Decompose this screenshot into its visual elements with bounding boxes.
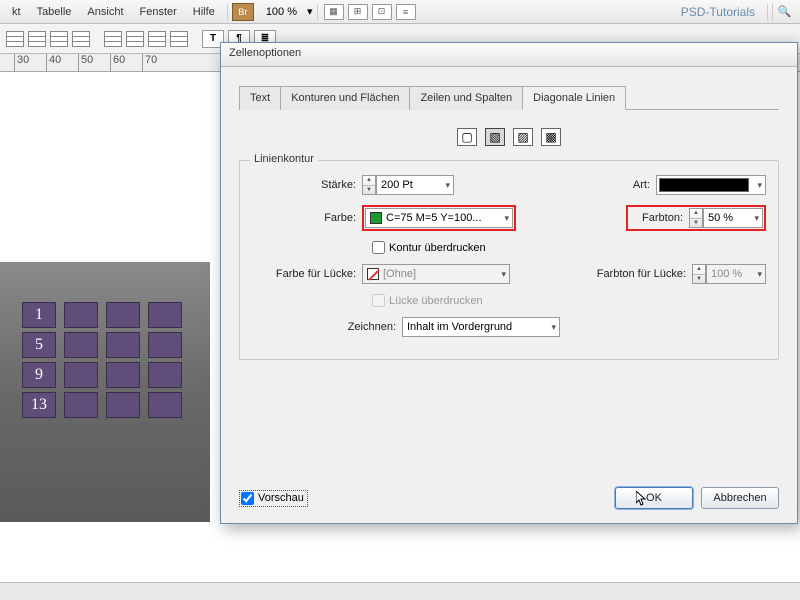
menu-bar: kt Tabelle Ansicht Fenster Hilfe Br 100 … (0, 0, 800, 24)
checkbox-icon[interactable] (241, 492, 254, 505)
ruler-tick: 30 (14, 54, 29, 72)
view-icon-3[interactable]: ⊡ (372, 4, 392, 20)
draw-label: Zeichnen: (252, 321, 402, 333)
menu-item-kt[interactable]: kt (4, 2, 29, 22)
tint-label: Farbton: (629, 212, 689, 224)
align-icon[interactable] (50, 31, 68, 47)
ruler-tick: 70 (142, 54, 157, 72)
table-cell[interactable] (106, 302, 140, 328)
diag-bltr-icon[interactable]: ▧ (485, 128, 505, 146)
table-cell[interactable]: 1 (22, 302, 56, 328)
align-icon[interactable] (170, 31, 188, 47)
table-cell[interactable]: 9 (22, 362, 56, 388)
tint-highlight: Farbton: ▲▼ 50 % (626, 205, 766, 231)
view-icon-4[interactable]: ≡ (396, 4, 416, 20)
table-cell[interactable] (148, 362, 182, 388)
checkbox-icon (372, 294, 385, 307)
brand-label: PSD-Tutorials (681, 5, 763, 19)
align-icon[interactable] (6, 31, 24, 47)
cancel-button[interactable]: Abbrechen (701, 487, 779, 509)
align-icon[interactable] (148, 31, 166, 47)
menu-item-tabelle[interactable]: Tabelle (29, 2, 80, 22)
diag-both-icon[interactable]: ▩ (541, 128, 561, 146)
table-row[interactable]: 5 (22, 332, 182, 358)
ok-button[interactable]: OK (615, 487, 693, 509)
cell-options-dialog: Zellenoptionen Text Konturen und Flächen… (220, 42, 798, 524)
separator (227, 4, 228, 20)
ruler-tick: 50 (78, 54, 93, 72)
menu-item-fenster[interactable]: Fenster (132, 2, 185, 22)
line-stroke-group: Linienkontur Stärke: ▲▼ 200 Pt Art: Farb… (239, 160, 779, 360)
align-icon[interactable] (28, 31, 46, 47)
tint-spinner[interactable]: ▲▼ (689, 208, 703, 228)
diag-tlbr-icon[interactable]: ▨ (513, 128, 533, 146)
gap-color-label: Farbe für Lücke: (252, 268, 362, 280)
color-swatch (370, 212, 382, 224)
table-cell[interactable] (64, 362, 98, 388)
chevron-down-icon: ▾ (307, 5, 313, 18)
table-cell[interactable]: 5 (22, 332, 56, 358)
type-combo[interactable] (656, 175, 766, 195)
separator (767, 4, 768, 20)
zoom-value: 100 % (260, 4, 303, 20)
color-label: Farbe: (252, 212, 362, 224)
view-icon-2[interactable]: ⊞ (348, 4, 368, 20)
table-cell[interactable] (106, 332, 140, 358)
dialog-footer: Vorschau OK Abbrechen (239, 487, 779, 509)
none-swatch (367, 268, 379, 280)
table-cell[interactable] (106, 362, 140, 388)
table-cell[interactable] (148, 302, 182, 328)
table-cell[interactable] (148, 332, 182, 358)
menu-item-hilfe[interactable]: Hilfe (185, 2, 223, 22)
preview-checkbox[interactable]: Vorschau (239, 490, 308, 507)
table-row[interactable]: 13 (22, 392, 182, 418)
checkbox-icon[interactable] (372, 241, 385, 254)
table-cell[interactable] (106, 392, 140, 418)
diag-none-icon[interactable]: ▢ (457, 128, 477, 146)
align-icon[interactable] (104, 31, 122, 47)
separator (317, 4, 318, 20)
tint-field[interactable]: 50 % (703, 208, 763, 228)
table-cell[interactable] (64, 392, 98, 418)
table-row[interactable]: 1 (22, 302, 182, 328)
tab-strokes-fills[interactable]: Konturen und Flächen (280, 86, 410, 110)
gap-tint-field: 100 % (706, 264, 766, 284)
table-cell[interactable] (64, 332, 98, 358)
diagonal-type-selector: ▢ ▧ ▨ ▩ (239, 128, 779, 146)
overprint-gap-checkbox: Lücke überdrucken (372, 294, 766, 307)
overprint-stroke-checkbox[interactable]: Kontur überdrucken (372, 241, 766, 254)
bridge-button[interactable]: Br (232, 3, 254, 21)
color-combo[interactable]: C=75 M=5 Y=100... (365, 208, 513, 228)
type-label: Art: (556, 179, 656, 191)
view-icon-1[interactable]: ▦ (324, 4, 344, 20)
gap-tint-label: Farbton für Lücke: (572, 268, 692, 280)
dialog-title: Zellenoptionen (221, 43, 797, 67)
search-icon[interactable]: 🔍 (772, 3, 796, 21)
tab-diagonal-lines[interactable]: Diagonale Linien (522, 86, 626, 110)
table-cell[interactable] (148, 392, 182, 418)
align-icon[interactable] (126, 31, 144, 47)
stroke-preview (659, 178, 749, 192)
tab-rows-cols[interactable]: Zeilen und Spalten (409, 86, 523, 110)
table-cell[interactable]: 13 (22, 392, 56, 418)
gap-tint-spinner: ▲▼ (692, 264, 706, 284)
align-icon[interactable] (72, 31, 90, 47)
weight-label: Stärke: (252, 179, 362, 191)
ruler-tick: 40 (46, 54, 61, 72)
ruler-tick: 60 (110, 54, 125, 72)
table-row[interactable]: 9 (22, 362, 182, 388)
horizontal-scrollbar[interactable] (0, 582, 800, 600)
group-title: Linienkontur (250, 153, 318, 165)
gap-color-combo: [Ohne] (362, 264, 510, 284)
weight-combo[interactable]: 200 Pt (376, 175, 454, 195)
weight-spinner[interactable]: ▲▼ (362, 175, 376, 195)
zoom-control[interactable]: 100 % ▾ (260, 4, 313, 20)
color-highlight: C=75 M=5 Y=100... (362, 205, 516, 231)
draw-combo[interactable]: Inhalt im Vordergrund (402, 317, 560, 337)
menu-item-ansicht[interactable]: Ansicht (79, 2, 131, 22)
tab-strip: Text Konturen und Flächen Zeilen und Spa… (239, 85, 779, 110)
table-cell[interactable] (64, 302, 98, 328)
tab-text[interactable]: Text (239, 86, 281, 110)
